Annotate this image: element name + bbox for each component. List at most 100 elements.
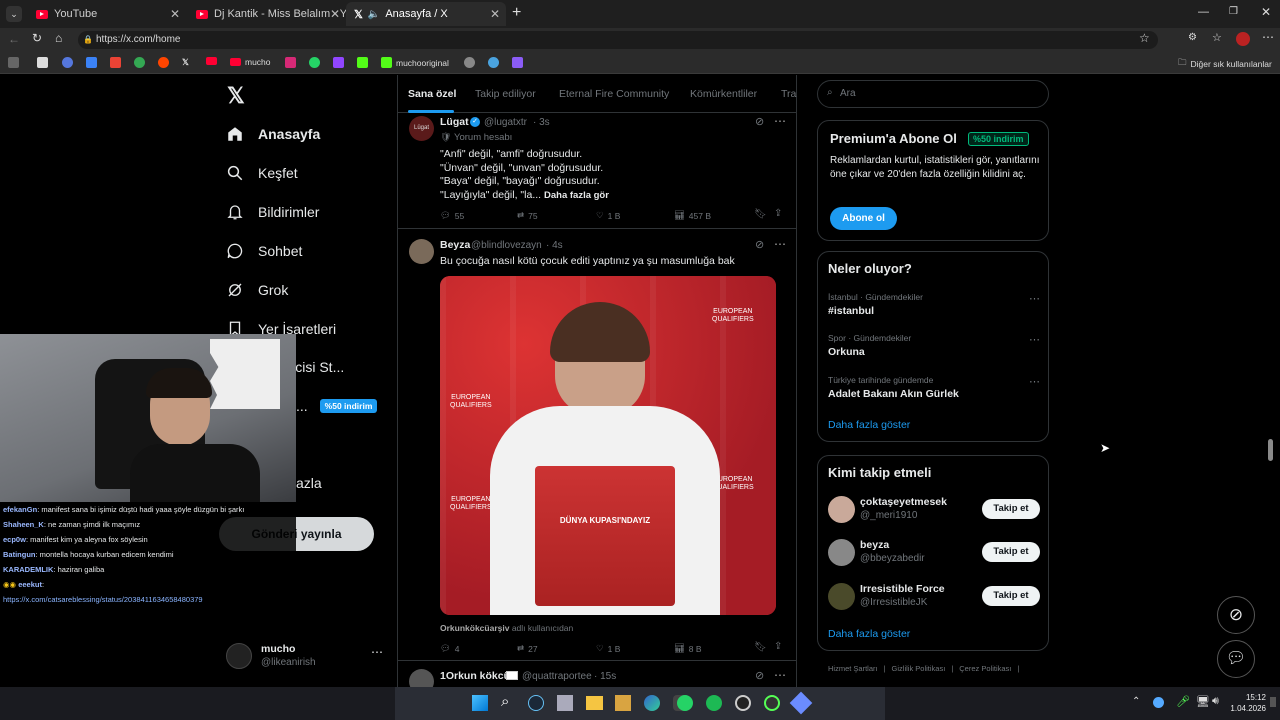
more-icon[interactable]: ⋯ [774,237,786,251]
like-button[interactable]: ♡ 1 B [596,210,620,221]
nav-more[interactable]: azla [296,475,322,491]
tray-icon[interactable] [1153,697,1164,708]
tweet-handle[interactable]: @lugatxtr [484,117,527,128]
notification-icon[interactable] [1270,697,1276,707]
restore-button[interactable]: ❐ [1229,6,1238,17]
show-more-link[interactable]: Daha fazla gör [544,190,609,201]
bookmark-icon[interactable]: 🔖︎ [754,642,767,653]
tab-eternal-fire[interactable]: Eternal Fire Community [559,88,669,100]
share-icon[interactable]: ⇪ [774,641,782,652]
menu-icon[interactable]: ⋯ [1262,30,1274,44]
start-icon[interactable] [472,695,488,711]
bookmark-icon[interactable] [8,57,19,68]
kick-icon[interactable] [357,57,368,68]
bookmark-icon[interactable] [488,57,499,68]
tweet-author[interactable]: Beyza [440,239,470,251]
grok-icon[interactable]: ⊘ [755,115,764,128]
repost-button[interactable]: ⇄ 27 [517,643,538,654]
tab-x-home[interactable]: 𝕏 🔈 Anasayfa / X ✕ [346,2,506,26]
favorites-icon[interactable]: ☆ [1212,31,1222,44]
extensions-icon[interactable]: ⚙ [1188,32,1197,43]
youtube-icon[interactable] [206,57,217,65]
other-favorites-folder[interactable]: 🗀 Diğer sık kullanılanlar [1178,57,1272,71]
follow-suggestion[interactable]: beyza @bbeyzabedir Takip et [818,537,1050,571]
home-icon[interactable]: ⌂ [55,31,62,45]
tab-youtube[interactable]: YouTube ✕ [28,2,186,26]
x-icon[interactable]: 𝕏 [182,57,189,68]
reddit-icon[interactable] [158,57,169,68]
close-icon[interactable]: ✕ [330,7,340,21]
search-icon[interactable]: ⌕ [501,693,509,710]
repost-button[interactable]: ⇄ 75 [517,210,538,221]
trend-item[interactable]: Spor · Gündemdekiler Orkuna ⋯ [828,333,1040,365]
more-icon[interactable]: ⋯ [774,668,786,682]
tweet-video[interactable]: EUROPEAN QUALIFIERS EUROPEAN QUALIFIERS EU… [440,276,776,615]
twitch-icon[interactable] [333,57,344,68]
steam-icon[interactable] [528,695,544,711]
speaker-icon[interactable]: 🔈 [368,9,380,20]
grok-icon[interactable]: ⊘ [755,669,764,682]
follow-button[interactable]: Takip et [982,542,1040,562]
account-switcher[interactable]: mucho @likeanirish ⋯ [226,641,386,673]
spotify-icon[interactable] [706,695,722,711]
bookmark-icon[interactable] [134,57,145,68]
tweet[interactable]: Beyza @blindlovezayn · 4s ⊘ ⋯ Bu çocuğa … [398,231,796,661]
scrollbar[interactable] [1268,439,1273,461]
nav-chat[interactable]: Sohbet [226,242,302,260]
nav-premium[interactable]: ... %50 indirim [296,398,378,414]
chat-link[interactable]: https://x.com/catsareblessing/status/203… [3,592,296,607]
refresh-icon[interactable]: ↻ [32,31,42,45]
close-icon[interactable]: ✕ [170,7,180,21]
tab-more[interactable]: Tra [781,88,796,100]
network-icon[interactable]: 🖥︎ [1196,695,1210,708]
tweet-handle[interactable]: @blindlovezayn [471,240,542,251]
edge-icon[interactable] [644,695,660,711]
close-icon[interactable]: ✕ [490,7,500,21]
tab-komurkentliler[interactable]: Kömürkentliler [690,88,757,100]
share-icon[interactable]: ⇪ [774,208,782,219]
tweet-handle[interactable]: @quattraportee [522,671,592,682]
grok-icon[interactable]: ⊘ [755,238,764,251]
minimize-button[interactable]: — [1198,6,1209,18]
gmail-icon[interactable] [110,57,121,68]
bookmark-icon[interactable] [86,57,97,68]
tab-dj-kantik[interactable]: Dj Kantik - Miss Belalım - YouTube ✕ [188,2,346,26]
back-icon[interactable]: ← [8,32,20,46]
views-button[interactable]: 📊︎ 457 B [674,210,711,221]
whatsapp-icon[interactable] [309,57,320,68]
tweet-time[interactable]: · 15s [594,671,616,682]
nav-notifications[interactable]: Bildirimler [226,203,319,221]
trend-item[interactable]: İstanbul · Gündemdekiler #istanbul ⋯ [828,292,1040,324]
new-tab-button[interactable]: + [512,4,521,22]
bookmark-mucho[interactable]: mucho [230,57,271,67]
views-button[interactable]: 📊︎ 8 B [674,643,702,654]
follow-button[interactable]: Takip et [982,499,1040,519]
reply-button[interactable]: 💬︎ 4 [440,643,460,654]
bookmark-icon[interactable] [62,57,73,68]
tab-for-you[interactable]: Sana özel [408,88,456,100]
bookmark-icon[interactable] [464,57,475,68]
tweet-time[interactable]: · 3s [533,117,550,128]
messages-float-button[interactable]: 💬︎ [1217,640,1255,678]
show-more-link[interactable]: Daha fazla göster [828,419,910,431]
favorite-star-icon[interactable]: ☆ [1139,31,1150,45]
profile-icon[interactable] [1236,32,1250,46]
show-more-link[interactable]: Daha fazla göster [828,628,910,640]
folder-icon[interactable] [586,696,603,710]
app-icon[interactable] [764,695,780,711]
tweet[interactable]: Lügat Lügat ✓ @lugatxtr · 3s ⊘ ⋯ 🛡 Yorum… [398,114,796,229]
archive-icon[interactable] [615,695,631,711]
tab-list-chevron-icon[interactable]: ⌄ [6,6,22,22]
bookmark-icon[interactable] [37,57,48,68]
follow-button[interactable]: Takip et [982,586,1040,606]
nav-grok[interactable]: Grok [226,281,288,299]
more-icon[interactable]: ⋯ [371,645,383,659]
tray-chevron-icon[interactable]: ⌃ [1132,696,1140,707]
tweet-time[interactable]: · 4s [546,240,563,251]
tab-following[interactable]: Takip ediliyor [475,88,536,100]
nav-home[interactable]: Anasayfa [226,125,320,143]
tweet[interactable]: 1Orkun kökcü @quattraportee · 15s ⊘ ⋯ [398,665,796,687]
reply-button[interactable]: 💬︎ 55 [440,210,464,221]
grok-float-button[interactable]: ⊘ [1217,596,1255,634]
obs-icon[interactable] [735,695,751,711]
